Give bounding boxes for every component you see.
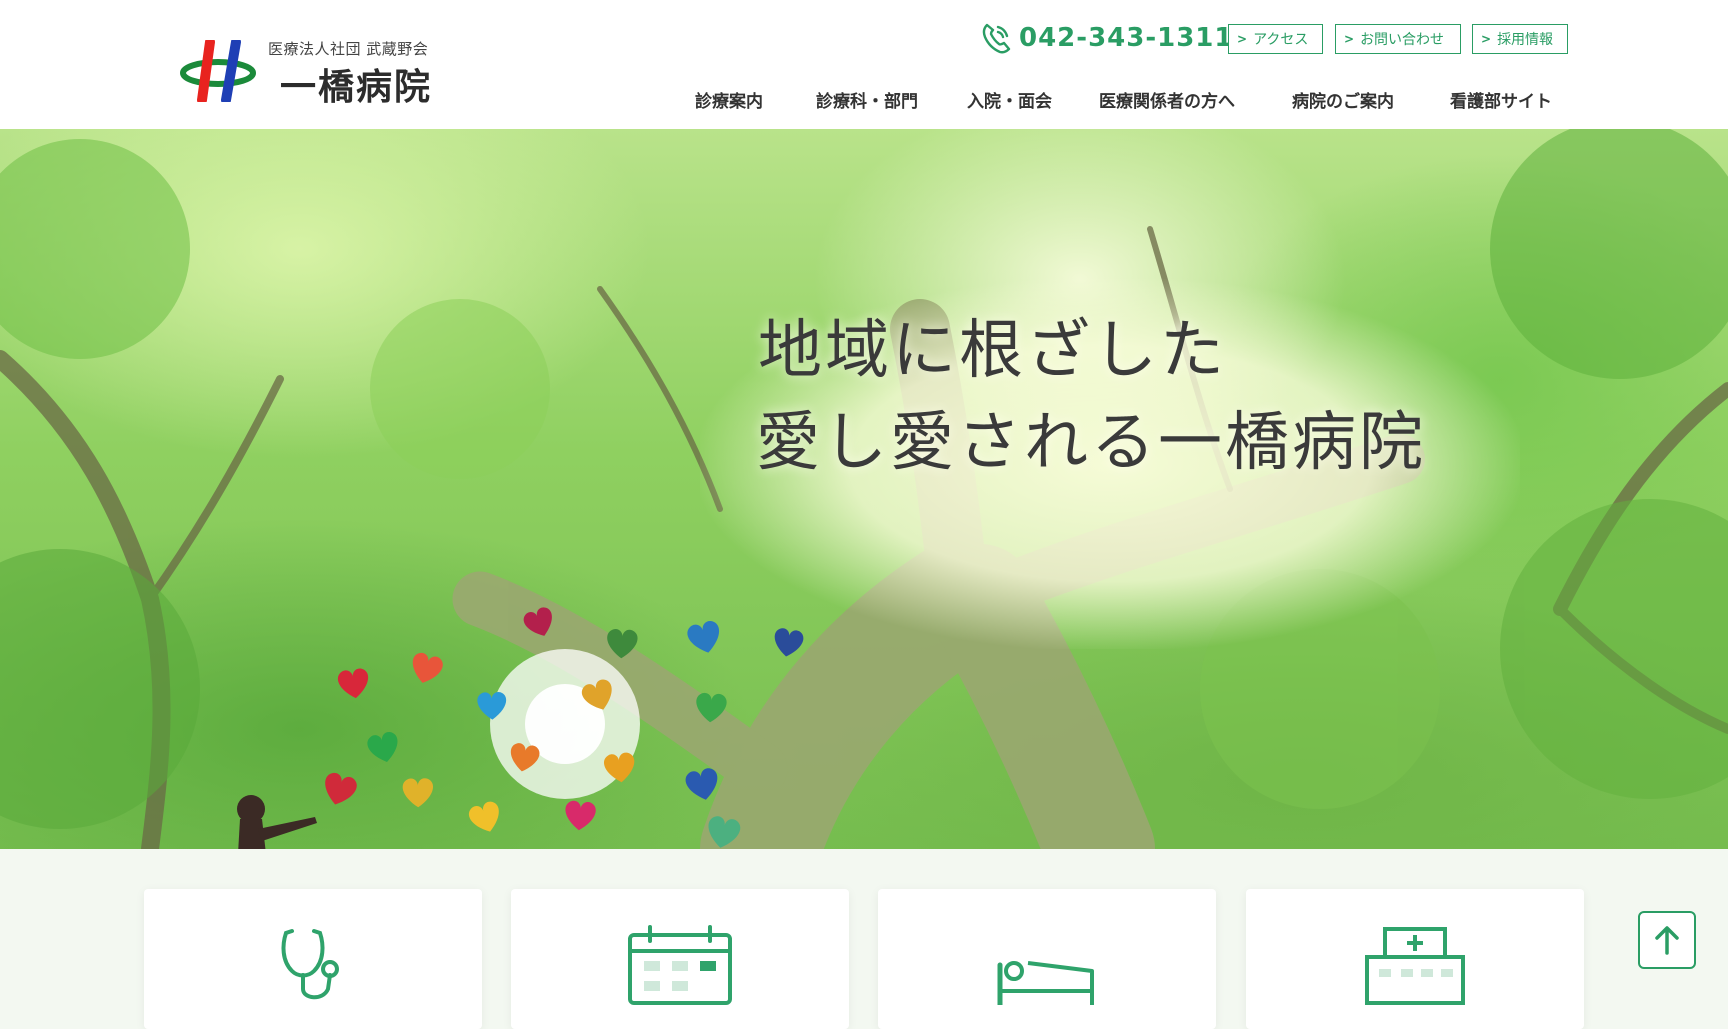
recruit-label: 採用情報 (1497, 32, 1554, 48)
arrow-up-icon (1655, 926, 1679, 955)
card-inpatient[interactable] (878, 889, 1216, 1029)
heart-icon (412, 652, 443, 683)
hospital-building-icon (1365, 927, 1465, 1005)
nav-item-services[interactable]: 診療案内 (695, 86, 763, 112)
chevron-right-icon: > (1481, 32, 1492, 46)
phone-number-block[interactable]: 042-343-1311 (981, 20, 1234, 56)
chevron-right-icon: > (1344, 32, 1355, 46)
card-schedule[interactable] (511, 889, 849, 1029)
nav-item-departments[interactable]: 診療科・部門 (816, 86, 918, 112)
hospital-bed-icon (997, 961, 1094, 1005)
back-to-top-button[interactable] (1638, 911, 1696, 969)
access-label: アクセス (1253, 32, 1309, 48)
contact-button[interactable]: > お問い合わせ (1335, 24, 1461, 54)
recruit-button[interactable]: > 採用情報 (1472, 24, 1568, 54)
heart-icon (565, 800, 596, 831)
nav-item-medical-professionals[interactable]: 医療関係者の方へ (1099, 86, 1235, 112)
chevron-right-icon: > (1237, 32, 1248, 46)
hero-headline-line1: 地域に根ざした (758, 314, 1227, 388)
site-header: 医療法人社団 武蔵野会 一橋病院 042-343-1311 > アクセス > お… (0, 0, 1728, 129)
heart-icon (325, 772, 357, 805)
site-logo[interactable]: 医療法人社団 武蔵野会 一橋病院 (180, 36, 440, 108)
card-outpatient[interactable] (144, 889, 482, 1029)
hero-banner: 地域に根ざした 愛し愛される一橋病院 (0, 129, 1728, 849)
logo-subtitle: 医療法人社団 武蔵野会 (268, 40, 429, 58)
hero-headline-line2: 愛し愛される一橋病院 (756, 406, 1426, 480)
card-about[interactable] (1246, 889, 1584, 1029)
nav-item-nursing-site[interactable]: 看護部サイト (1450, 86, 1552, 112)
hospital-logo-icon (180, 40, 256, 102)
phone-number-text: 042-343-1311 (1019, 23, 1234, 53)
girl-silhouette-icon (237, 795, 317, 849)
heart-icon (367, 732, 398, 762)
heart-icon (468, 801, 499, 832)
stethoscope-icon (281, 929, 339, 1000)
logo-name: 一橋病院 (280, 67, 433, 108)
calendar-icon (628, 925, 732, 1005)
heart-icon (402, 778, 434, 808)
phone-icon (982, 23, 1011, 54)
access-button[interactable]: > アクセス (1228, 24, 1323, 54)
contact-label: お問い合わせ (1360, 32, 1445, 48)
nav-item-admission[interactable]: 入院・面会 (967, 86, 1052, 112)
heart-icon (337, 668, 369, 699)
nav-item-about-hospital[interactable]: 病院のご案内 (1292, 86, 1394, 112)
